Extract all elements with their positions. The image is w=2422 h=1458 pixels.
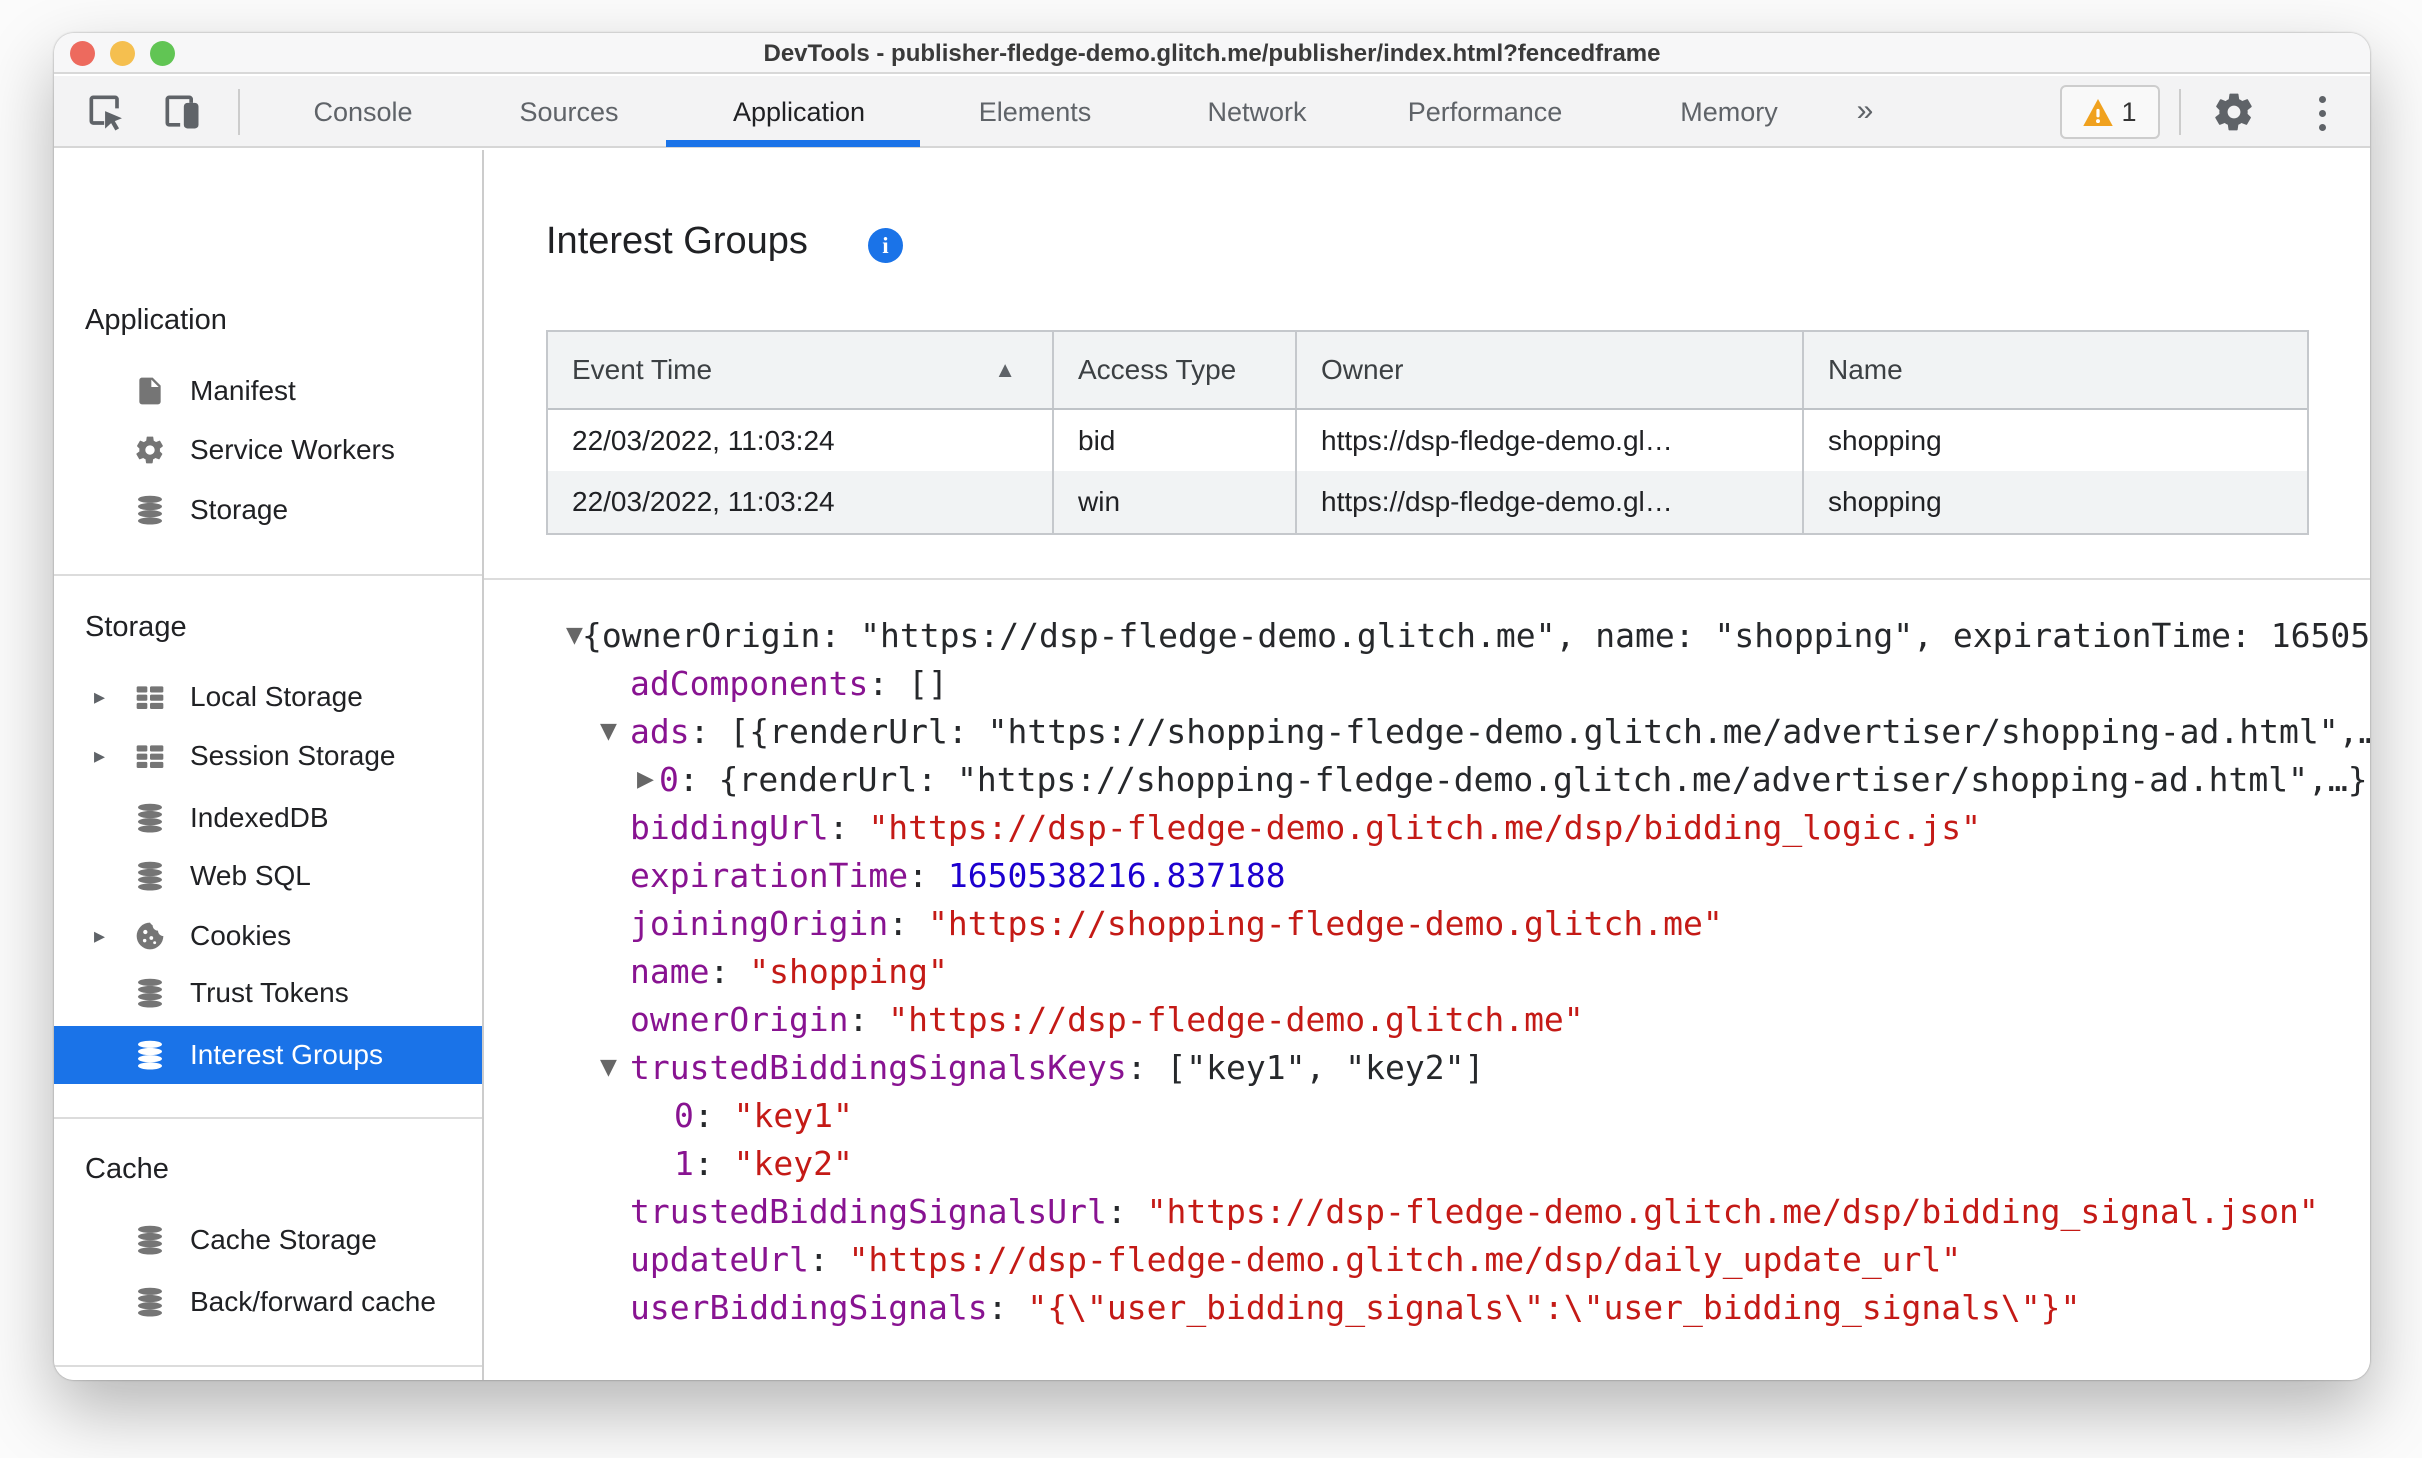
tree-line-root[interactable]: ▼ {ownerOrigin: "https://dsp-fledge-demo… [484, 612, 2370, 660]
cell-name: shopping [1828, 424, 1942, 456]
tree-line-adcomponents[interactable]: adComponents: [] [484, 660, 2370, 708]
cookie-icon [134, 920, 166, 952]
tree-line-trustedbiddingsignalskeys[interactable]: ▼ trustedBiddingSignalsKeys: ["key1", "k… [484, 1044, 2370, 1092]
table-row[interactable]: 22/03/2022, 11:03:24 win https://dsp-fle… [548, 471, 2307, 533]
interest-group-json-tree: ▼ {ownerOrigin: "https://dsp-fledge-demo… [484, 580, 2370, 1380]
tab-console[interactable]: Console [313, 76, 412, 148]
tree-expanded-icon[interactable]: ▼ [600, 708, 617, 756]
window-title: DevTools - publisher-fledge-demo.glitch.… [763, 40, 1661, 67]
page-title: Interest Groups [546, 220, 808, 262]
column-header-owner[interactable]: Owner [1297, 332, 1804, 408]
tree-line-key1[interactable]: 0: "key1" [484, 1092, 2370, 1140]
cell-event-time: 22/03/2022, 11:03:24 [548, 471, 1054, 533]
table-icon [134, 681, 166, 713]
database-icon [134, 1224, 166, 1256]
expand-arrow-icon[interactable]: ▸ [94, 912, 105, 960]
warning-count: 1 [2121, 96, 2137, 127]
sidebar-item-cache-storage[interactable]: Cache Storage [54, 1216, 482, 1264]
devtools-toolbar: Console Sources Application Elements Net… [54, 76, 2370, 148]
tree-line-ads-0[interactable]: ▶ 0: {renderUrl: "https://shopping-fledg… [484, 756, 2370, 804]
device-toolbar-icon[interactable] [160, 90, 204, 134]
settings-gear-icon[interactable] [2212, 90, 2256, 134]
database-icon [134, 977, 166, 1009]
tree-expanded-icon[interactable]: ▼ [600, 1044, 617, 1092]
table-row[interactable]: 22/03/2022, 11:03:24 bid https://dsp-fle… [548, 410, 2307, 471]
tree-line-expirationtime[interactable]: expirationTime: 1650538216.837188 [484, 852, 2370, 900]
file-icon [134, 375, 166, 407]
sidebar-item-web-sql[interactable]: Web SQL [54, 852, 482, 900]
screenshot-stage: DevTools - publisher-fledge-demo.glitch.… [0, 0, 2422, 1458]
table-icon [134, 740, 166, 772]
cell-access-type: bid [1054, 410, 1297, 471]
section-header-application: Application [85, 304, 227, 336]
sidebar-divider [54, 1365, 482, 1367]
tree-line-userbiddingsignals[interactable]: userBiddingSignals: "{\"user_bidding_sig… [484, 1284, 2370, 1332]
database-icon [134, 860, 166, 892]
column-header-name[interactable]: Name [1804, 332, 2307, 408]
sidebar-item-cookies[interactable]: ▸ Cookies [54, 912, 482, 960]
tree-line-name[interactable]: name: "shopping" [484, 948, 2370, 996]
gear-icon [134, 434, 166, 466]
database-icon [134, 1039, 166, 1071]
column-header-access-type[interactable]: Access Type [1054, 332, 1297, 408]
tree-line-trustedbiddingsignalsurl[interactable]: trustedBiddingSignalsUrl: "https://dsp-f… [484, 1188, 2370, 1236]
info-icon[interactable]: i [868, 228, 903, 263]
title-bar: DevTools - publisher-fledge-demo.glitch.… [54, 33, 2370, 74]
interest-groups-panel: Interest Groups i Event Time ▲ Access Ty… [484, 150, 2370, 1380]
sidebar-item-service-workers[interactable]: Service Workers [54, 426, 482, 474]
warning-triangle-icon [2083, 98, 2114, 126]
tab-memory[interactable]: Memory [1680, 76, 1778, 148]
tree-collapsed-icon[interactable]: ▶ [637, 756, 654, 804]
cell-access-type: win [1054, 471, 1297, 533]
tree-line-ads[interactable]: ▼ ads: [{renderUrl: "https://shopping-fl… [484, 708, 2370, 756]
tab-elements[interactable]: Elements [979, 76, 1092, 148]
tab-sources[interactable]: Sources [519, 76, 618, 148]
sidebar-item-trust-tokens[interactable]: Trust Tokens [54, 969, 482, 1017]
database-icon [134, 1286, 166, 1318]
warnings-badge-button[interactable]: 1 [2060, 85, 2160, 139]
devtools-window: DevTools - publisher-fledge-demo.glitch.… [54, 33, 2370, 1380]
toolbar-separator [2179, 89, 2181, 135]
sidebar-item-indexeddb[interactable]: IndexedDB [54, 794, 482, 842]
sidebar-divider [54, 574, 482, 576]
table-header-row: Event Time ▲ Access Type Owner Name [548, 332, 2307, 410]
inspect-element-icon[interactable] [84, 90, 128, 134]
sidebar-item-interest-groups[interactable]: Interest Groups [54, 1026, 482, 1084]
section-header-storage: Storage [85, 611, 187, 643]
sidebar-item-storage[interactable]: Storage [54, 486, 482, 534]
tree-expanded-icon[interactable]: ▼ [566, 612, 583, 660]
tree-line-joiningorigin[interactable]: joiningOrigin: "https://shopping-fledge-… [484, 900, 2370, 948]
interest-groups-table: Event Time ▲ Access Type Owner Name 22/0… [546, 330, 2309, 535]
sidebar-item-session-storage[interactable]: ▸ Session Storage [54, 732, 482, 780]
cell-owner: https://dsp-fledge-demo.gl… [1297, 410, 1804, 471]
tree-line-ownerorigin[interactable]: ownerOrigin: "https://dsp-fledge-demo.gl… [484, 996, 2370, 1044]
tree-line-updateurl[interactable]: updateUrl: "https://dsp-fledge-demo.glit… [484, 1236, 2370, 1284]
tree-line-biddingurl[interactable]: biddingUrl: "https://dsp-fledge-demo.gli… [484, 804, 2370, 852]
expand-arrow-icon[interactable]: ▸ [94, 673, 105, 721]
cell-name: shopping [1828, 486, 1942, 517]
sort-ascending-icon[interactable]: ▲ [994, 357, 1016, 383]
tab-performance[interactable]: Performance [1408, 76, 1563, 148]
application-sidebar: Application Manifest Service Workers Sto… [54, 150, 484, 1380]
expand-arrow-icon[interactable]: ▸ [94, 732, 105, 780]
sidebar-divider [54, 1117, 482, 1119]
sidebar-item-local-storage[interactable]: ▸ Local Storage [54, 673, 482, 721]
cell-event-time: 22/03/2022, 11:03:24 [548, 410, 1054, 471]
toolbar-separator [238, 89, 240, 135]
database-icon [134, 802, 166, 834]
database-icon [134, 494, 166, 526]
column-header-event-time[interactable]: Event Time ▲ [548, 332, 1054, 408]
active-tab-underline [666, 140, 920, 147]
more-options-kebab-icon[interactable] [2312, 91, 2332, 135]
sidebar-item-back-forward-cache[interactable]: Back/forward cache [54, 1278, 482, 1326]
more-tabs-icon[interactable]: » [1857, 76, 1874, 148]
tab-application[interactable]: Application [733, 76, 865, 148]
sidebar-item-manifest[interactable]: Manifest [54, 367, 482, 415]
tab-network[interactable]: Network [1207, 76, 1306, 148]
cell-owner: https://dsp-fledge-demo.gl… [1297, 471, 1804, 533]
tree-line-key2[interactable]: 1: "key2" [484, 1140, 2370, 1188]
section-header-cache: Cache [85, 1153, 169, 1185]
